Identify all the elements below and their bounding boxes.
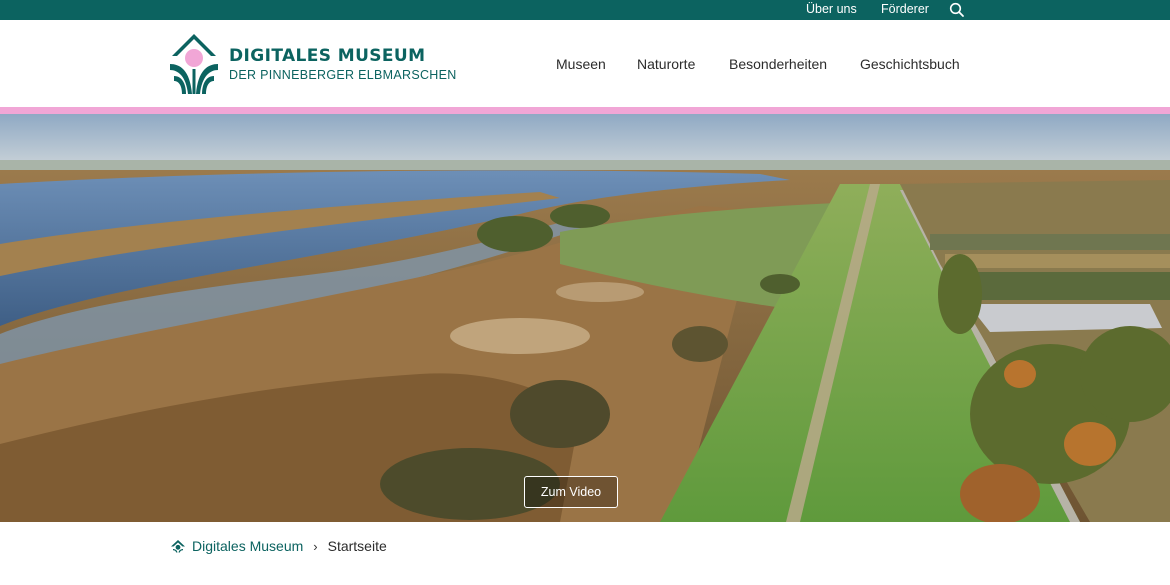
sponsors-link[interactable]: Förderer [881, 2, 929, 16]
zum-video-button[interactable]: Zum Video [524, 476, 618, 508]
chevron-right-icon: › [313, 538, 318, 554]
nav-item-geschichtsbuch[interactable]: Geschichtsbuch [860, 56, 960, 72]
hero-video-banner: Zum Video [0, 114, 1170, 522]
breadcrumb-current: Startseite [327, 538, 387, 554]
home-icon[interactable] [170, 539, 186, 553]
about-link[interactable]: Über uns [806, 2, 857, 16]
museum-logo-icon[interactable] [166, 32, 222, 96]
hero-landscape-image [0, 114, 1170, 522]
brand-subtitle: DER PINNEBERGER ELBMARSCHEN [229, 68, 457, 82]
search-icon[interactable] [949, 2, 965, 18]
top-bar: Über uns Förderer [0, 0, 1170, 20]
breadcrumb-home-link[interactable]: Digitales Museum [192, 538, 303, 554]
breadcrumb: Digitales Museum › Startseite [170, 536, 387, 556]
site-header: DIGITALES MUSEUM DER PINNEBERGER ELBMARS… [0, 20, 1170, 108]
nav-item-naturorte[interactable]: Naturorte [637, 56, 695, 72]
pink-divider [0, 107, 1170, 114]
nav-item-museen[interactable]: Museen [556, 56, 606, 72]
nav-item-besonderheiten[interactable]: Besonderheiten [729, 56, 827, 72]
brand-title[interactable]: DIGITALES MUSEUM [229, 46, 425, 66]
